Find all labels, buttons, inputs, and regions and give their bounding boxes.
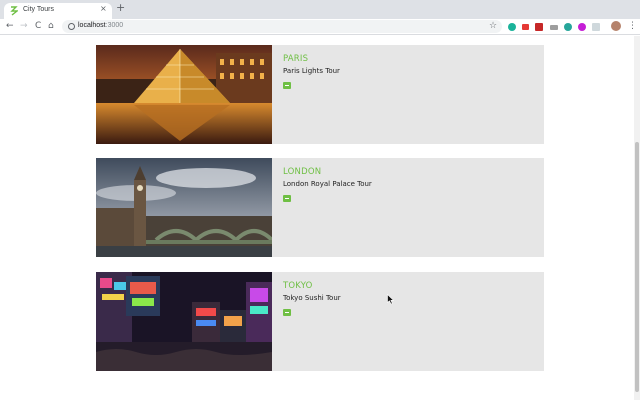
- tour-card-paris: PARIS Paris Lights Tour: [96, 45, 544, 144]
- extension-icon-4[interactable]: [550, 25, 558, 30]
- bookmark-star-icon[interactable]: ☆: [489, 20, 497, 32]
- tab-title: City Tours: [23, 6, 54, 13]
- remove-tour-button[interactable]: [283, 82, 291, 89]
- tour-name: London Royal Palace Tour: [283, 180, 372, 188]
- url-text[interactable]: localhost:3000: [78, 22, 123, 29]
- mouse-cursor-icon: [387, 294, 395, 305]
- tour-name: Tokyo Sushi Tour: [283, 294, 341, 302]
- london-image: [96, 158, 272, 257]
- extension-icon-5[interactable]: [564, 23, 572, 31]
- home-button[interactable]: ⌂: [48, 20, 54, 32]
- tab-bar: City Tours × +: [0, 0, 640, 19]
- shibuya-night-picture: [96, 272, 272, 371]
- url-port: :3000: [105, 22, 124, 29]
- forward-button[interactable]: →: [20, 20, 28, 32]
- page-scrollbar[interactable]: [634, 36, 640, 400]
- tab-city-tours[interactable]: City Tours ×: [4, 3, 112, 19]
- tour-city: LONDON: [283, 167, 322, 177]
- louvre-pyramid-picture: [96, 45, 272, 144]
- extension-icon-6[interactable]: [578, 23, 586, 31]
- remove-tour-button[interactable]: [283, 309, 291, 316]
- profile-avatar[interactable]: [611, 21, 621, 31]
- url-host: localhost: [78, 22, 106, 29]
- favicon-icon: [10, 6, 18, 16]
- extension-icon-1[interactable]: [508, 23, 516, 31]
- tour-card-tokyo: TOKYO Tokyo Sushi Tour: [96, 272, 544, 371]
- browser-toolbar: ← → C ⌂ localhost:3000 ☆: [0, 19, 640, 35]
- address-bar[interactable]: localhost:3000 ☆: [62, 20, 502, 33]
- tokyo-image: [96, 272, 272, 371]
- new-tab-button[interactable]: +: [116, 2, 125, 14]
- info-icon[interactable]: [68, 23, 75, 30]
- reload-button[interactable]: C: [35, 20, 41, 32]
- page-viewport: PARIS Paris Lights Tour LONDON London Ro…: [0, 36, 634, 400]
- extension-icon-3[interactable]: [535, 23, 543, 31]
- extension-icon-2[interactable]: [522, 24, 529, 30]
- tour-city: TOKYO: [283, 281, 313, 291]
- tour-card-london: LONDON London Royal Palace Tour: [96, 158, 544, 257]
- extension-icon-7[interactable]: [592, 23, 600, 31]
- big-ben-picture: [96, 158, 272, 257]
- remove-tour-button[interactable]: [283, 195, 291, 202]
- back-button[interactable]: ←: [6, 20, 14, 32]
- tour-name: Paris Lights Tour: [283, 67, 340, 75]
- browser-menu-icon[interactable]: ⋮: [628, 19, 637, 33]
- scrollbar-thumb[interactable]: [635, 142, 639, 392]
- paris-image: [96, 45, 272, 144]
- tab-close-icon[interactable]: ×: [100, 4, 107, 13]
- tour-city: PARIS: [283, 54, 309, 64]
